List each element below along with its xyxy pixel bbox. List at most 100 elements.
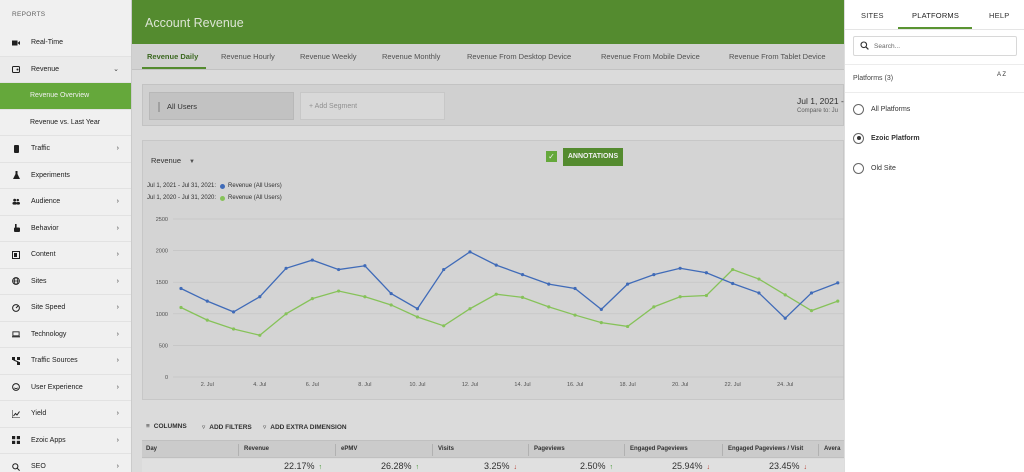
data-point-2021	[415, 307, 420, 311]
columns-button[interactable]: ≡ COLUMNS	[146, 423, 187, 430]
sidebar-item-technology[interactable]: Technology ›	[0, 322, 131, 348]
legend-series: Revenue (All Users)	[228, 183, 282, 189]
legend-range: Jul 1, 2020 - Jul 31, 2020:	[147, 195, 217, 201]
column-divider	[528, 444, 529, 456]
sidebar-item-revenue[interactable]: Revenue ⌄	[0, 56, 131, 83]
add-filters-button[interactable]: ▿ ADD FILTERS	[202, 423, 252, 431]
platform-option-all[interactable]: All Platforms	[853, 102, 910, 116]
sidebar-item-label: User Experience	[31, 383, 83, 391]
sidebar-item-behavior[interactable]: Behavior ›	[0, 216, 131, 242]
column-divider	[238, 444, 239, 456]
chevron-right-icon: ›	[116, 304, 119, 312]
data-point-2021	[337, 267, 341, 272]
tab-help[interactable]: HELP	[989, 11, 1009, 20]
users-icon	[12, 198, 20, 206]
sidebar-item-yield[interactable]: Yield ›	[0, 401, 131, 428]
reports-sidebar: REPORTS Real-Time Revenue ⌄ Revenue Over…	[0, 0, 132, 472]
add-segment-button[interactable]: + Add Segment	[300, 92, 445, 120]
tab-revenue-weekly[interactable]: Revenue Weekly	[300, 52, 357, 61]
engaged-pageviews-per-visit-change-cell: 23.45% ↓	[769, 461, 807, 471]
column-header-engaged-pageviews-per-visit[interactable]: Engaged Pageviews / Visit	[728, 446, 803, 452]
tab-revenue-tablet[interactable]: Revenue From Tablet Device	[729, 52, 826, 61]
chevron-right-icon: ›	[116, 145, 119, 153]
data-point-2021	[625, 282, 630, 286]
sidebar-item-site-speed[interactable]: Site Speed ›	[0, 295, 131, 322]
chevron-right-icon: ›	[116, 198, 119, 206]
sidebar-item-content[interactable]: Content ›	[0, 242, 131, 269]
sidebar-item-audience[interactable]: Audience ›	[0, 189, 131, 216]
globe-icon	[12, 277, 20, 286]
annotations-button[interactable]: ANNOTATIONS	[563, 148, 623, 166]
sidebar-item-user-experience[interactable]: User Experience ›	[0, 375, 131, 401]
sidebar-item-ezoic-apps[interactable]: Ezoic Apps ›	[0, 428, 131, 454]
column-header-engaged-pageviews[interactable]: Engaged Pageviews	[630, 446, 688, 452]
sidebar-section-title: REPORTS	[12, 11, 46, 18]
tab-revenue-mobile[interactable]: Revenue From Mobile Device	[601, 52, 700, 61]
platform-search[interactable]	[853, 36, 1017, 56]
segment-label: All Users	[167, 102, 198, 111]
sidebar-item-revenue-overview[interactable]: Revenue Overview	[0, 83, 131, 110]
data-point-2020	[757, 277, 761, 281]
column-header-average[interactable]: Avera	[824, 446, 840, 452]
chevron-down-icon: ⌄	[113, 66, 119, 74]
sidebar-item-seo[interactable]: SEO ›	[0, 454, 131, 472]
search-icon	[860, 41, 869, 50]
search-input[interactable]	[874, 41, 1009, 52]
column-header-visits[interactable]: Visits	[438, 446, 454, 452]
sidebar-item-experiments[interactable]: Experiments	[0, 163, 131, 189]
column-header-pageviews[interactable]: Pageviews	[534, 446, 565, 452]
flask-icon	[12, 171, 20, 180]
data-point-2020	[652, 305, 656, 309]
add-segment-label: + Add Segment	[309, 103, 358, 110]
sidebar-item-label: Ezoic Apps	[31, 436, 66, 444]
annotations-checkbox[interactable]: ✓	[546, 151, 557, 162]
tab-platforms[interactable]: PLATFORMS	[912, 11, 959, 20]
data-point-2020	[468, 307, 472, 311]
data-point-2020	[442, 324, 446, 328]
column-header-epmv[interactable]: ePMV	[341, 446, 357, 452]
page-title: Account Revenue	[145, 16, 244, 30]
sidebar-item-label: Technology	[31, 330, 67, 338]
filter-icon: ▿	[202, 424, 206, 431]
sidebar-item-sites[interactable]: Sites ›	[0, 269, 131, 295]
platforms-panel: SITES PLATFORMS HELP Platforms (3) A Z A…	[844, 0, 1024, 472]
platform-option-ezoic[interactable]: Ezoic Platform	[853, 131, 920, 145]
platform-option-old-site[interactable]: Old Site	[853, 161, 896, 175]
chevron-right-icon: ›	[116, 463, 119, 471]
chevron-right-icon: ›	[116, 436, 119, 444]
chevron-right-icon: ›	[116, 277, 119, 285]
data-point-2021	[704, 271, 708, 275]
report-main: Account Revenue Revenue Daily Revenue Ho…	[132, 0, 844, 472]
segment-all-users[interactable]: All Users	[149, 92, 294, 120]
tab-revenue-desktop[interactable]: Revenue From Desktop Device	[467, 52, 571, 61]
column-header-revenue[interactable]: Revenue	[244, 446, 269, 452]
column-divider	[624, 444, 625, 456]
tab-sites[interactable]: SITES	[861, 11, 884, 20]
sidebar-item-revenue-vs-last-year[interactable]: Revenue vs. Last Year	[0, 110, 131, 136]
sort-az-icon[interactable]: A Z	[997, 72, 1006, 78]
data-point-2021	[757, 291, 761, 295]
radio-button[interactable]	[853, 132, 864, 144]
radio-button[interactable]	[853, 103, 864, 115]
y-tick-label: 0	[165, 375, 168, 381]
sidebar-item-real-time[interactable]: Real-Time	[0, 30, 131, 57]
radio-button[interactable]	[853, 162, 864, 174]
metric-select[interactable]: Revenue ▼	[151, 156, 195, 165]
x-tick-label: 6. Jul	[306, 382, 319, 388]
sidebar-item-label: Audience	[31, 198, 61, 206]
tab-revenue-monthly[interactable]: Revenue Monthly	[382, 52, 440, 61]
column-header-day[interactable]: Day	[146, 446, 157, 452]
add-extra-dimension-button[interactable]: ▿ ADD EXTRA DIMENSION	[263, 423, 347, 431]
date-range-picker[interactable]: Jul 1, 2021 -	[797, 96, 844, 106]
sidebar-item-traffic[interactable]: Traffic ›	[0, 136, 131, 163]
data-point-2021	[652, 273, 656, 277]
smile-icon	[12, 383, 20, 392]
metric-select-value: Revenue	[151, 156, 182, 165]
data-point-2021	[809, 291, 814, 295]
tab-revenue-daily[interactable]: Revenue Daily	[147, 52, 198, 61]
sidebar-item-traffic-sources[interactable]: Traffic Sources ›	[0, 348, 131, 375]
tab-revenue-hourly[interactable]: Revenue Hourly	[221, 52, 275, 61]
y-tick-label: 500	[159, 343, 168, 349]
chevron-right-icon: ›	[116, 330, 119, 338]
legend-range: Jul 1, 2021 - Jul 31, 2021:	[147, 183, 217, 189]
